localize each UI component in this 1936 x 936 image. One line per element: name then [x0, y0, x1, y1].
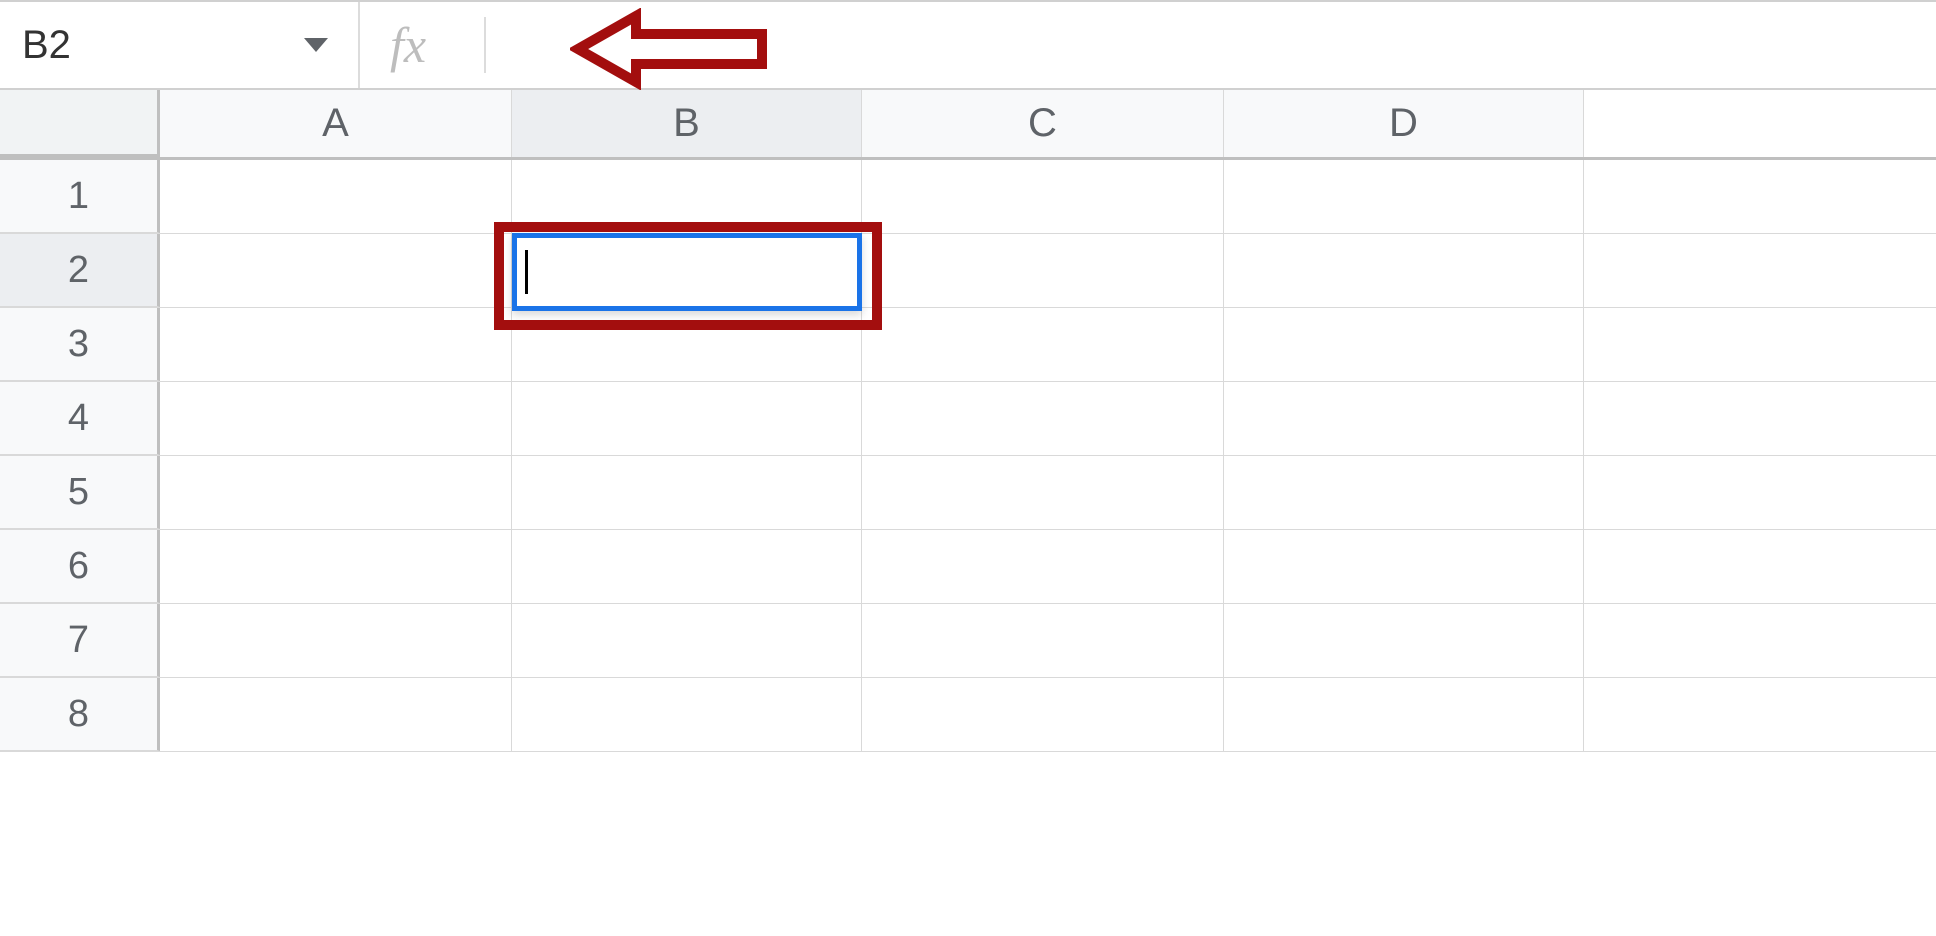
cell-d3[interactable]	[1224, 308, 1584, 381]
cell-c7[interactable]	[862, 604, 1224, 677]
cell-d4[interactable]	[1224, 382, 1584, 455]
row-6: 6	[0, 530, 1936, 604]
row-header-8[interactable]: 8	[0, 678, 160, 751]
cell-c8[interactable]	[862, 678, 1224, 751]
name-box[interactable]: B2	[0, 2, 360, 88]
cell-a4[interactable]	[160, 382, 512, 455]
cell-a3[interactable]	[160, 308, 512, 381]
cell-a2[interactable]	[160, 234, 512, 307]
cell-c4[interactable]	[862, 382, 1224, 455]
cell-c5[interactable]	[862, 456, 1224, 529]
cell-c1[interactable]	[862, 160, 1224, 233]
spreadsheet-grid: A B C D 1 2 3	[0, 90, 1936, 752]
row-header-7[interactable]: 7	[0, 604, 160, 677]
cell-d5[interactable]	[1224, 456, 1584, 529]
cell-d7[interactable]	[1224, 604, 1584, 677]
row-2: 2	[0, 234, 1936, 308]
row-5: 5	[0, 456, 1936, 530]
cell-b4[interactable]	[512, 382, 862, 455]
cell-a8[interactable]	[160, 678, 512, 751]
cell-a5[interactable]	[160, 456, 512, 529]
row-header-5[interactable]: 5	[0, 456, 160, 529]
cell-a1[interactable]	[160, 160, 512, 233]
cell-d6[interactable]	[1224, 530, 1584, 603]
cell-a6[interactable]	[160, 530, 512, 603]
column-header-a[interactable]: A	[160, 90, 512, 157]
formula-input-area[interactable]: fx	[360, 2, 486, 88]
row-header-6[interactable]: 6	[0, 530, 160, 603]
cell-d2[interactable]	[1224, 234, 1584, 307]
cell-b5[interactable]	[512, 456, 862, 529]
cell-b1[interactable]	[512, 160, 862, 233]
cell-d1[interactable]	[1224, 160, 1584, 233]
row-8: 8	[0, 678, 1936, 752]
active-cell-editor[interactable]	[512, 233, 862, 311]
row-4: 4	[0, 382, 1936, 456]
row-header-1[interactable]: 1	[0, 160, 160, 233]
column-header-d[interactable]: D	[1224, 90, 1584, 157]
text-cursor-icon	[525, 250, 528, 294]
divider	[484, 17, 486, 73]
fx-icon: fx	[390, 16, 426, 74]
cell-b6[interactable]	[512, 530, 862, 603]
cell-d8[interactable]	[1224, 678, 1584, 751]
column-headers-row: A B C D	[0, 90, 1936, 160]
column-header-b[interactable]: B	[512, 90, 862, 157]
row-header-2[interactable]: 2	[0, 234, 160, 307]
cell-a7[interactable]	[160, 604, 512, 677]
cell-b8[interactable]	[512, 678, 862, 751]
arrow-left-annotation-icon	[570, 8, 770, 90]
formula-bar: B2 fx	[0, 0, 1936, 90]
cell-c3[interactable]	[862, 308, 1224, 381]
select-all-corner[interactable]	[0, 90, 160, 157]
cell-c6[interactable]	[862, 530, 1224, 603]
name-box-cell-reference: B2	[22, 23, 71, 68]
row-7: 7	[0, 604, 1936, 678]
row-3: 3	[0, 308, 1936, 382]
cell-b3[interactable]	[512, 308, 862, 381]
row-1: 1	[0, 160, 1936, 234]
grid-rows: 1 2 3 4 5	[0, 160, 1936, 752]
row-header-4[interactable]: 4	[0, 382, 160, 455]
row-header-3[interactable]: 3	[0, 308, 160, 381]
cell-c2[interactable]	[862, 234, 1224, 307]
cell-b7[interactable]	[512, 604, 862, 677]
chevron-down-icon[interactable]	[304, 38, 328, 52]
column-header-c[interactable]: C	[862, 90, 1224, 157]
